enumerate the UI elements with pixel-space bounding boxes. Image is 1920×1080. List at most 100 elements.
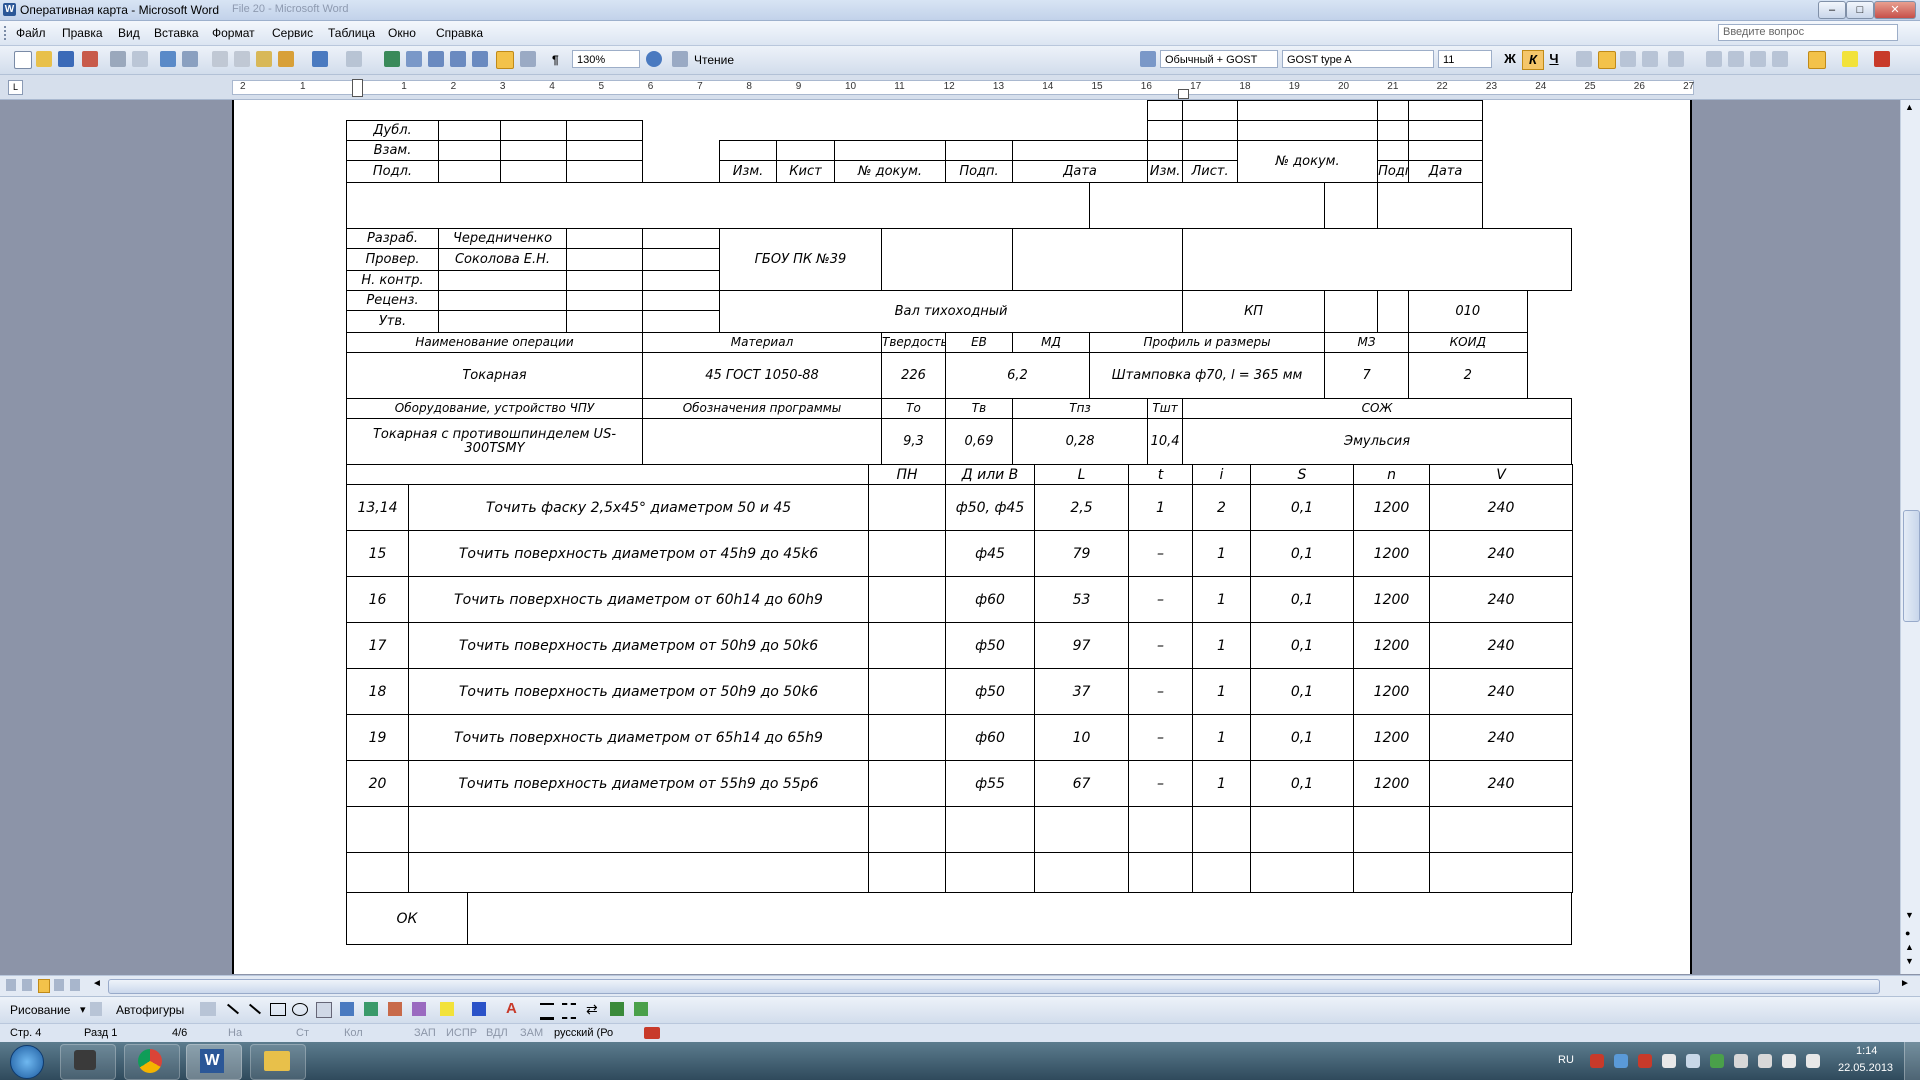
document-page[interactable]: Дубл. Взам. № докум. Подл. Изм. Кист № д… bbox=[232, 100, 1692, 974]
scroll-down-icon[interactable]: ▼ bbox=[1905, 910, 1914, 920]
insert-table-icon[interactable] bbox=[428, 51, 444, 67]
input-language[interactable]: RU bbox=[1558, 1054, 1574, 1066]
line-style-icon[interactable] bbox=[540, 1003, 554, 1020]
scroll-up-icon[interactable]: ▲ bbox=[1905, 102, 1914, 112]
font-select[interactable]: GOST type A bbox=[1282, 50, 1434, 68]
tray-icon-1[interactable] bbox=[1590, 1054, 1604, 1068]
reading-view-icon[interactable] bbox=[70, 979, 80, 991]
minimize-button[interactable]: – bbox=[1818, 1, 1846, 19]
menu-edit[interactable]: Правка bbox=[62, 26, 103, 40]
web-view-icon[interactable] bbox=[22, 979, 32, 991]
help-icon[interactable] bbox=[646, 51, 662, 67]
line-icon[interactable] bbox=[226, 1003, 240, 1015]
spelling-status-icon[interactable] bbox=[644, 1027, 660, 1039]
tray-icon-5[interactable] bbox=[1686, 1054, 1700, 1068]
redo-icon[interactable] bbox=[346, 51, 362, 67]
prev-page-icon[interactable]: ▲ bbox=[1905, 942, 1914, 952]
start-button[interactable] bbox=[10, 1045, 44, 1079]
reading-icon[interactable] bbox=[672, 51, 688, 67]
picture-icon[interactable] bbox=[388, 1002, 402, 1016]
open-folder-icon[interactable] bbox=[36, 51, 52, 67]
tray-icon-3[interactable] bbox=[1638, 1054, 1652, 1068]
bold-button[interactable]: Ж bbox=[1500, 50, 1520, 68]
text-color-icon[interactable]: A bbox=[506, 1000, 517, 1017]
tables-borders-icon[interactable] bbox=[406, 51, 422, 67]
research-icon[interactable] bbox=[182, 51, 198, 67]
status-ext[interactable]: ВДЛ bbox=[486, 1027, 508, 1039]
status-rec[interactable]: ЗАП bbox=[414, 1027, 436, 1039]
insert-picture-icon[interactable] bbox=[412, 1002, 426, 1016]
menu-table[interactable]: Таблица bbox=[328, 26, 375, 40]
menu-help[interactable]: Справка bbox=[436, 26, 483, 40]
borders-icon[interactable] bbox=[1808, 51, 1826, 69]
permission-icon[interactable] bbox=[82, 51, 98, 67]
menu-window[interactable]: Окно bbox=[388, 26, 416, 40]
3d-icon[interactable] bbox=[634, 1002, 648, 1016]
font-color-icon[interactable] bbox=[1874, 51, 1890, 67]
tray-icon-8[interactable] bbox=[1758, 1054, 1772, 1068]
diagram-icon[interactable] bbox=[200, 1002, 216, 1016]
zoom-select[interactable]: 130% bbox=[572, 50, 640, 68]
paste-icon[interactable] bbox=[256, 51, 272, 67]
undo-icon[interactable] bbox=[312, 51, 328, 67]
copy-icon[interactable] bbox=[234, 51, 250, 67]
ask-question-input[interactable]: Введите вопрос bbox=[1718, 24, 1898, 41]
format-painter-icon[interactable] bbox=[278, 51, 294, 67]
save-icon[interactable] bbox=[58, 51, 74, 67]
volume-icon[interactable] bbox=[1806, 1054, 1820, 1068]
columns-icon[interactable] bbox=[472, 51, 488, 67]
oval-icon[interactable] bbox=[292, 1003, 308, 1016]
clock-date[interactable]: 22.05.2013 bbox=[1838, 1062, 1893, 1074]
drawing-toggle-icon[interactable] bbox=[496, 51, 514, 69]
status-trk[interactable]: ИСПР bbox=[446, 1027, 477, 1039]
close-button[interactable]: ✕ bbox=[1874, 1, 1916, 19]
scroll-left-icon[interactable]: ◄ bbox=[92, 978, 102, 989]
status-language[interactable]: русский (Ро bbox=[554, 1027, 613, 1039]
draw-menu-button[interactable]: Рисование bbox=[10, 1003, 70, 1017]
bullets-icon[interactable] bbox=[1728, 51, 1744, 67]
cut-icon[interactable] bbox=[212, 51, 228, 67]
show-desktop-button[interactable] bbox=[1904, 1042, 1920, 1080]
next-page-icon[interactable]: ▼ bbox=[1905, 956, 1914, 966]
clipart-icon[interactable] bbox=[364, 1002, 378, 1016]
scroll-right-icon[interactable]: ► bbox=[1900, 978, 1910, 989]
insert-excel-icon[interactable] bbox=[450, 51, 466, 67]
print-preview-icon[interactable] bbox=[132, 51, 148, 67]
rectangle-icon[interactable] bbox=[270, 1003, 286, 1016]
print-layout-view-icon[interactable] bbox=[38, 979, 50, 993]
tray-icon-2[interactable] bbox=[1614, 1054, 1628, 1068]
normal-view-icon[interactable] bbox=[6, 979, 16, 991]
tray-icon-4[interactable] bbox=[1662, 1054, 1676, 1068]
styles-pane-icon[interactable] bbox=[1140, 51, 1156, 67]
arrow-style-icon[interactable]: ⇄ bbox=[586, 1001, 598, 1018]
show-formatting-icon[interactable]: ¶ bbox=[552, 53, 559, 67]
browse-object-icon[interactable]: ● bbox=[1905, 928, 1910, 938]
fill-color-icon[interactable] bbox=[440, 1002, 454, 1016]
tray-icon-6[interactable] bbox=[1710, 1054, 1724, 1068]
numbering-icon[interactable] bbox=[1706, 51, 1722, 67]
menu-tools[interactable]: Сервис bbox=[272, 26, 313, 40]
menu-insert[interactable]: Вставка bbox=[154, 26, 199, 40]
italic-button[interactable]: К bbox=[1522, 50, 1544, 70]
style-select[interactable]: Обычный + GOST bbox=[1160, 50, 1278, 68]
align-left-icon[interactable] bbox=[1576, 51, 1592, 67]
menu-format[interactable]: Формат bbox=[212, 26, 255, 40]
increase-indent-icon[interactable] bbox=[1772, 51, 1788, 67]
dash-style-icon[interactable] bbox=[562, 1003, 576, 1019]
decrease-indent-icon[interactable] bbox=[1750, 51, 1766, 67]
textbox-icon[interactable] bbox=[316, 1002, 332, 1018]
highlight-icon[interactable] bbox=[1842, 51, 1858, 67]
line-color-icon[interactable] bbox=[472, 1002, 486, 1016]
underline-button[interactable]: Ч bbox=[1544, 50, 1564, 68]
justify-icon[interactable] bbox=[1642, 51, 1658, 67]
new-document-icon[interactable] bbox=[14, 51, 32, 69]
network-icon[interactable] bbox=[1782, 1054, 1796, 1068]
document-map-icon[interactable] bbox=[520, 51, 536, 67]
tab-selector[interactable]: L bbox=[8, 80, 23, 95]
spelling-icon[interactable] bbox=[160, 51, 176, 67]
shadow-icon[interactable] bbox=[610, 1002, 624, 1016]
line-spacing-icon[interactable] bbox=[1668, 51, 1684, 67]
tray-icon-7[interactable] bbox=[1734, 1054, 1748, 1068]
horizontal-scrollbar[interactable]: ◄ ► bbox=[0, 975, 1920, 996]
print-icon[interactable] bbox=[110, 51, 126, 67]
